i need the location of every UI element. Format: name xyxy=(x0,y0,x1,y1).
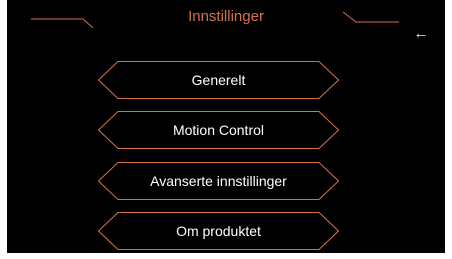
back-button[interactable]: ← xyxy=(411,24,431,44)
menu-button-general[interactable]: Generelt xyxy=(98,61,339,99)
menu-button-label: Generelt xyxy=(191,72,246,88)
arrow-left-icon: ← xyxy=(413,25,429,42)
menu-button-about-product[interactable]: Om produktet xyxy=(98,212,339,250)
settings-screen: Innstillinger ← Generelt Motion Control … xyxy=(7,0,445,253)
menu-button-label: Avanserte innstillinger xyxy=(150,173,287,189)
menu-button-label: Om produktet xyxy=(176,223,261,239)
menu-button-label: Motion Control xyxy=(172,122,265,138)
menu-button-advanced-settings[interactable]: Avanserte innstillinger xyxy=(98,162,339,200)
page-title: Innstillinger xyxy=(188,8,264,25)
menu-button-motion-control[interactable]: Motion Control xyxy=(98,111,339,149)
